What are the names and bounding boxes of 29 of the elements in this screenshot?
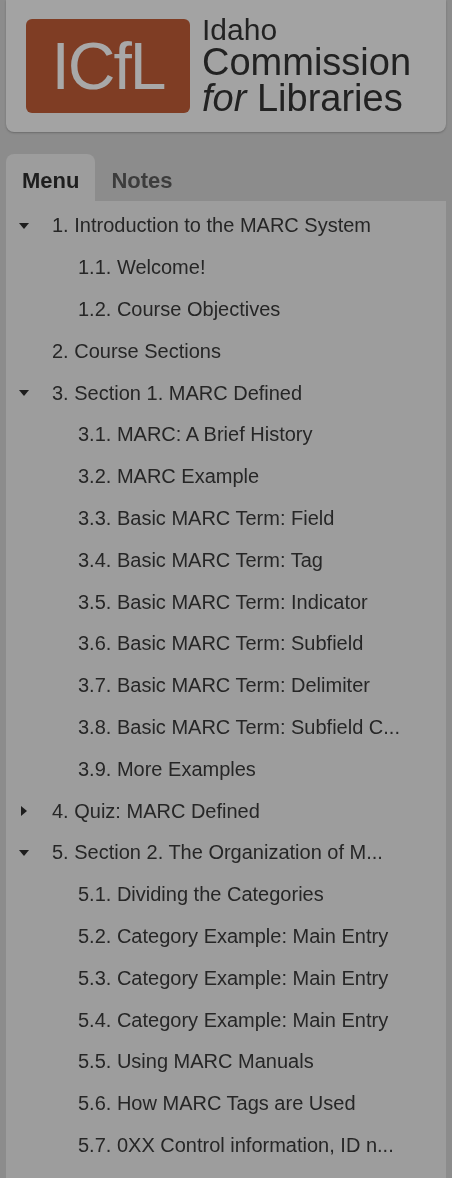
menu-item[interactable]: 3.7. Basic MARC Term: Delimiter: [78, 674, 370, 698]
menu-item[interactable]: 5.3. Category Example: Main Entry: [78, 966, 389, 990]
menu-item[interactable]: 5.1. Dividing the Categories: [78, 883, 324, 907]
menu-item[interactable]: 3.8. Basic MARC Term: Subfield C...: [78, 715, 400, 739]
menu-item[interactable]: 5.2. Category Example: Main Entry: [78, 924, 389, 948]
menu-item[interactable]: 2. Course Sections: [52, 339, 221, 363]
menu-item[interactable]: 5.6. How MARC Tags are Used: [78, 1092, 356, 1116]
menu-item[interactable]: 3. Section 1. MARC Defined: [52, 381, 303, 405]
menu-item[interactable]: 1.2. Course Objectives: [78, 298, 281, 321]
menu-item[interactable]: 5.7. 0XX Control information, ID n...: [78, 1133, 394, 1157]
menu-item[interactable]: 4. Quiz: MARC Defined: [52, 799, 260, 823]
menu-item[interactable]: 3.6. Basic MARC Term: Subfield: [78, 632, 364, 656]
menu-item[interactable]: 3.1. MARC: A Brief History: [78, 423, 313, 447]
menu-item[interactable]: 5.5. Using MARC Manuals: [78, 1050, 314, 1074]
tab[interactable]: Menu: [6, 154, 96, 201]
logo-text: Commission: [202, 44, 412, 81]
menu-item[interactable]: 3.9. More Examples: [78, 757, 256, 781]
menu-item[interactable]: 3.2. MARC Example: [78, 465, 260, 489]
logo-text: Idaho: [202, 15, 279, 45]
menu-item[interactable]: 5.4. Category Example: Main Entry: [78, 1008, 389, 1032]
menu-item[interactable]: 5. Section 2. The Organization of M...: [52, 841, 383, 865]
logo-text: for Libraries: [202, 80, 404, 117]
menu-item[interactable]: 3.4. Basic MARC Term: Tag: [78, 548, 323, 572]
menu-item[interactable]: 3.3. Basic MARC Term: Field: [78, 506, 335, 530]
menu-item[interactable]: 1.1. Welcome!: [78, 256, 206, 280]
menu-item[interactable]: 3.5. Basic MARC Term: Indicator: [78, 590, 368, 614]
tab[interactable]: Notes: [95, 154, 189, 201]
logo-mark: ICfL: [26, 19, 190, 113]
menu-item[interactable]: 1. Introduction to the MARC System: [52, 214, 372, 238]
